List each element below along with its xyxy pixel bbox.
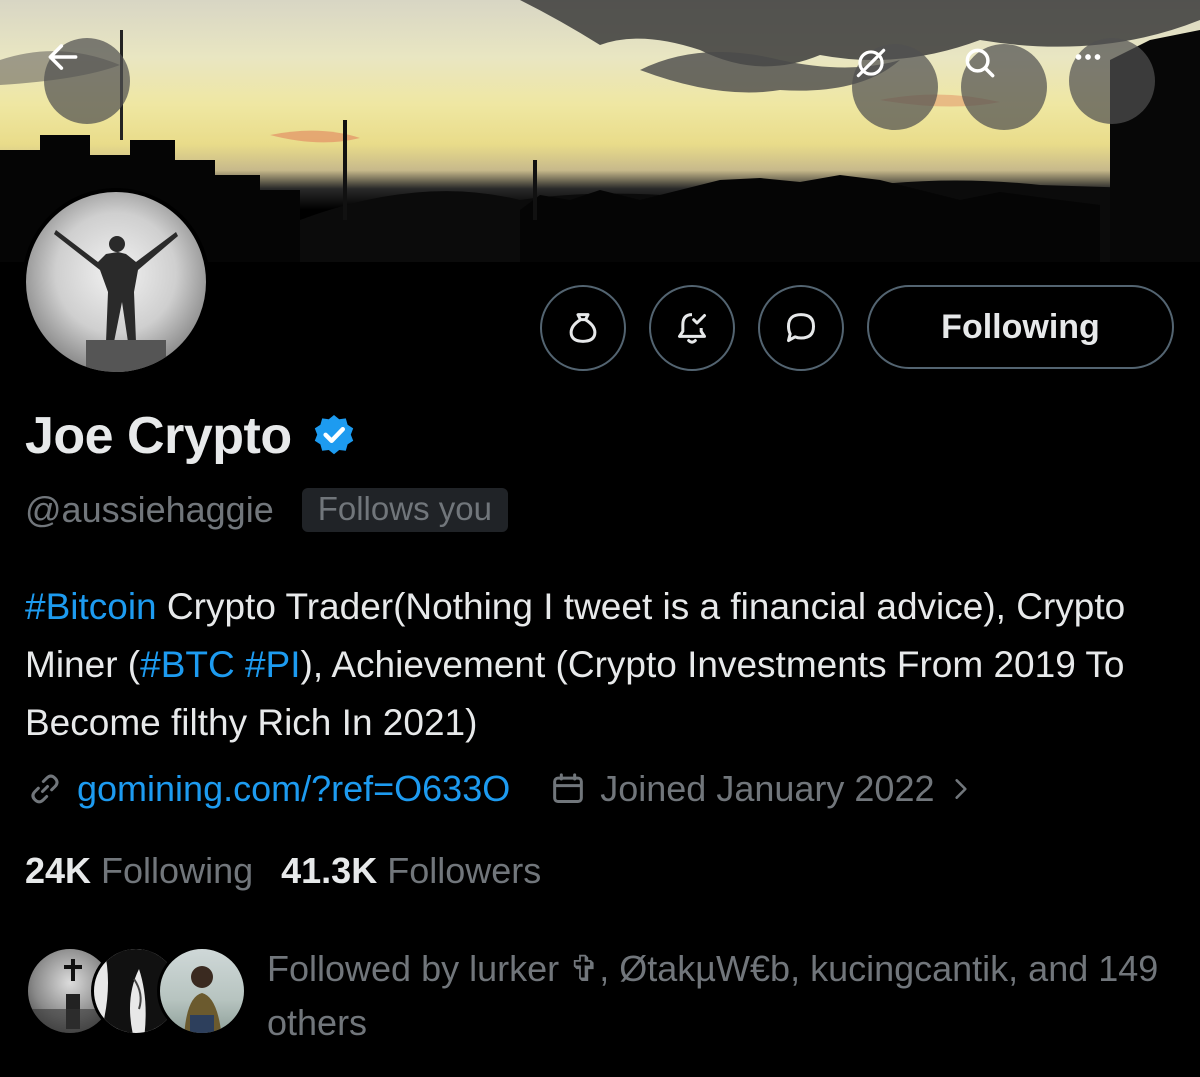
back-button[interactable]: [44, 38, 130, 124]
search-button[interactable]: [961, 44, 1047, 130]
verified-badge-icon[interactable]: [310, 412, 358, 460]
hashtag-btc[interactable]: #BTC: [140, 644, 235, 685]
follow-stats: 24K Following 41.3K Followers: [25, 850, 541, 892]
followed-by-text: Followed by lurker ✞, ØtakµW€b, kucingca…: [267, 948, 1159, 1043]
profile-website-link[interactable]: gomining.com/?ref=O633O: [77, 768, 510, 810]
profile-bio: #Bitcoin Crypto Trader(Nothing I tweet i…: [25, 578, 1175, 752]
chevron-right-icon: [955, 779, 968, 799]
followed-by-row[interactable]: Followed by lurker ✞, ØtakµW€b, kucingca…: [25, 942, 1167, 1050]
handle-row: @aussiehaggie Follows you: [25, 488, 508, 532]
profile-avatar[interactable]: [22, 188, 210, 376]
chat-bubble-icon: [787, 313, 815, 342]
user-handle: @aussiehaggie: [25, 489, 274, 530]
following-button[interactable]: Following: [867, 285, 1174, 369]
tip-button[interactable]: [540, 285, 626, 371]
profile-meta: gomining.com/?ref=O633O Joined January 2…: [25, 768, 974, 810]
link-icon: [31, 774, 59, 804]
more-button[interactable]: [1069, 38, 1155, 124]
more-horizontal-icon: [1075, 54, 1101, 60]
money-bag-icon: [569, 313, 597, 343]
followers-count: 41.3K: [281, 850, 378, 891]
following-count: 24K: [25, 850, 92, 891]
mutual-avatars: [25, 942, 247, 1038]
follows-you-badge: Follows you: [301, 488, 508, 532]
hashtag-bitcoin[interactable]: #Bitcoin: [25, 586, 157, 627]
mutual-avatar-3: [157, 946, 247, 1036]
following-label: Following: [101, 850, 254, 891]
followers-stat[interactable]: 41.3K Followers: [281, 850, 541, 892]
avatar-person-silhouette: [54, 230, 178, 372]
joined-date[interactable]: Joined January 2022: [548, 768, 974, 810]
following-stat[interactable]: 24K Following: [25, 850, 253, 892]
joined-label: Joined January 2022: [600, 768, 935, 809]
bio-text-2: [235, 644, 245, 685]
grok-button[interactable]: [852, 44, 938, 130]
display-name: Joe Crypto: [25, 407, 292, 465]
grok-icon: [856, 48, 886, 78]
hashtag-pi[interactable]: #PI: [245, 644, 301, 685]
calendar-icon: [553, 773, 584, 803]
notifications-button[interactable]: [649, 285, 735, 371]
bell-check-icon: [678, 313, 706, 344]
followers-label: Followers: [387, 850, 542, 891]
message-button[interactable]: [758, 285, 844, 371]
arrow-left-icon: [48, 44, 78, 70]
name-row: Joe Crypto: [25, 406, 358, 466]
search-icon: [965, 48, 995, 78]
